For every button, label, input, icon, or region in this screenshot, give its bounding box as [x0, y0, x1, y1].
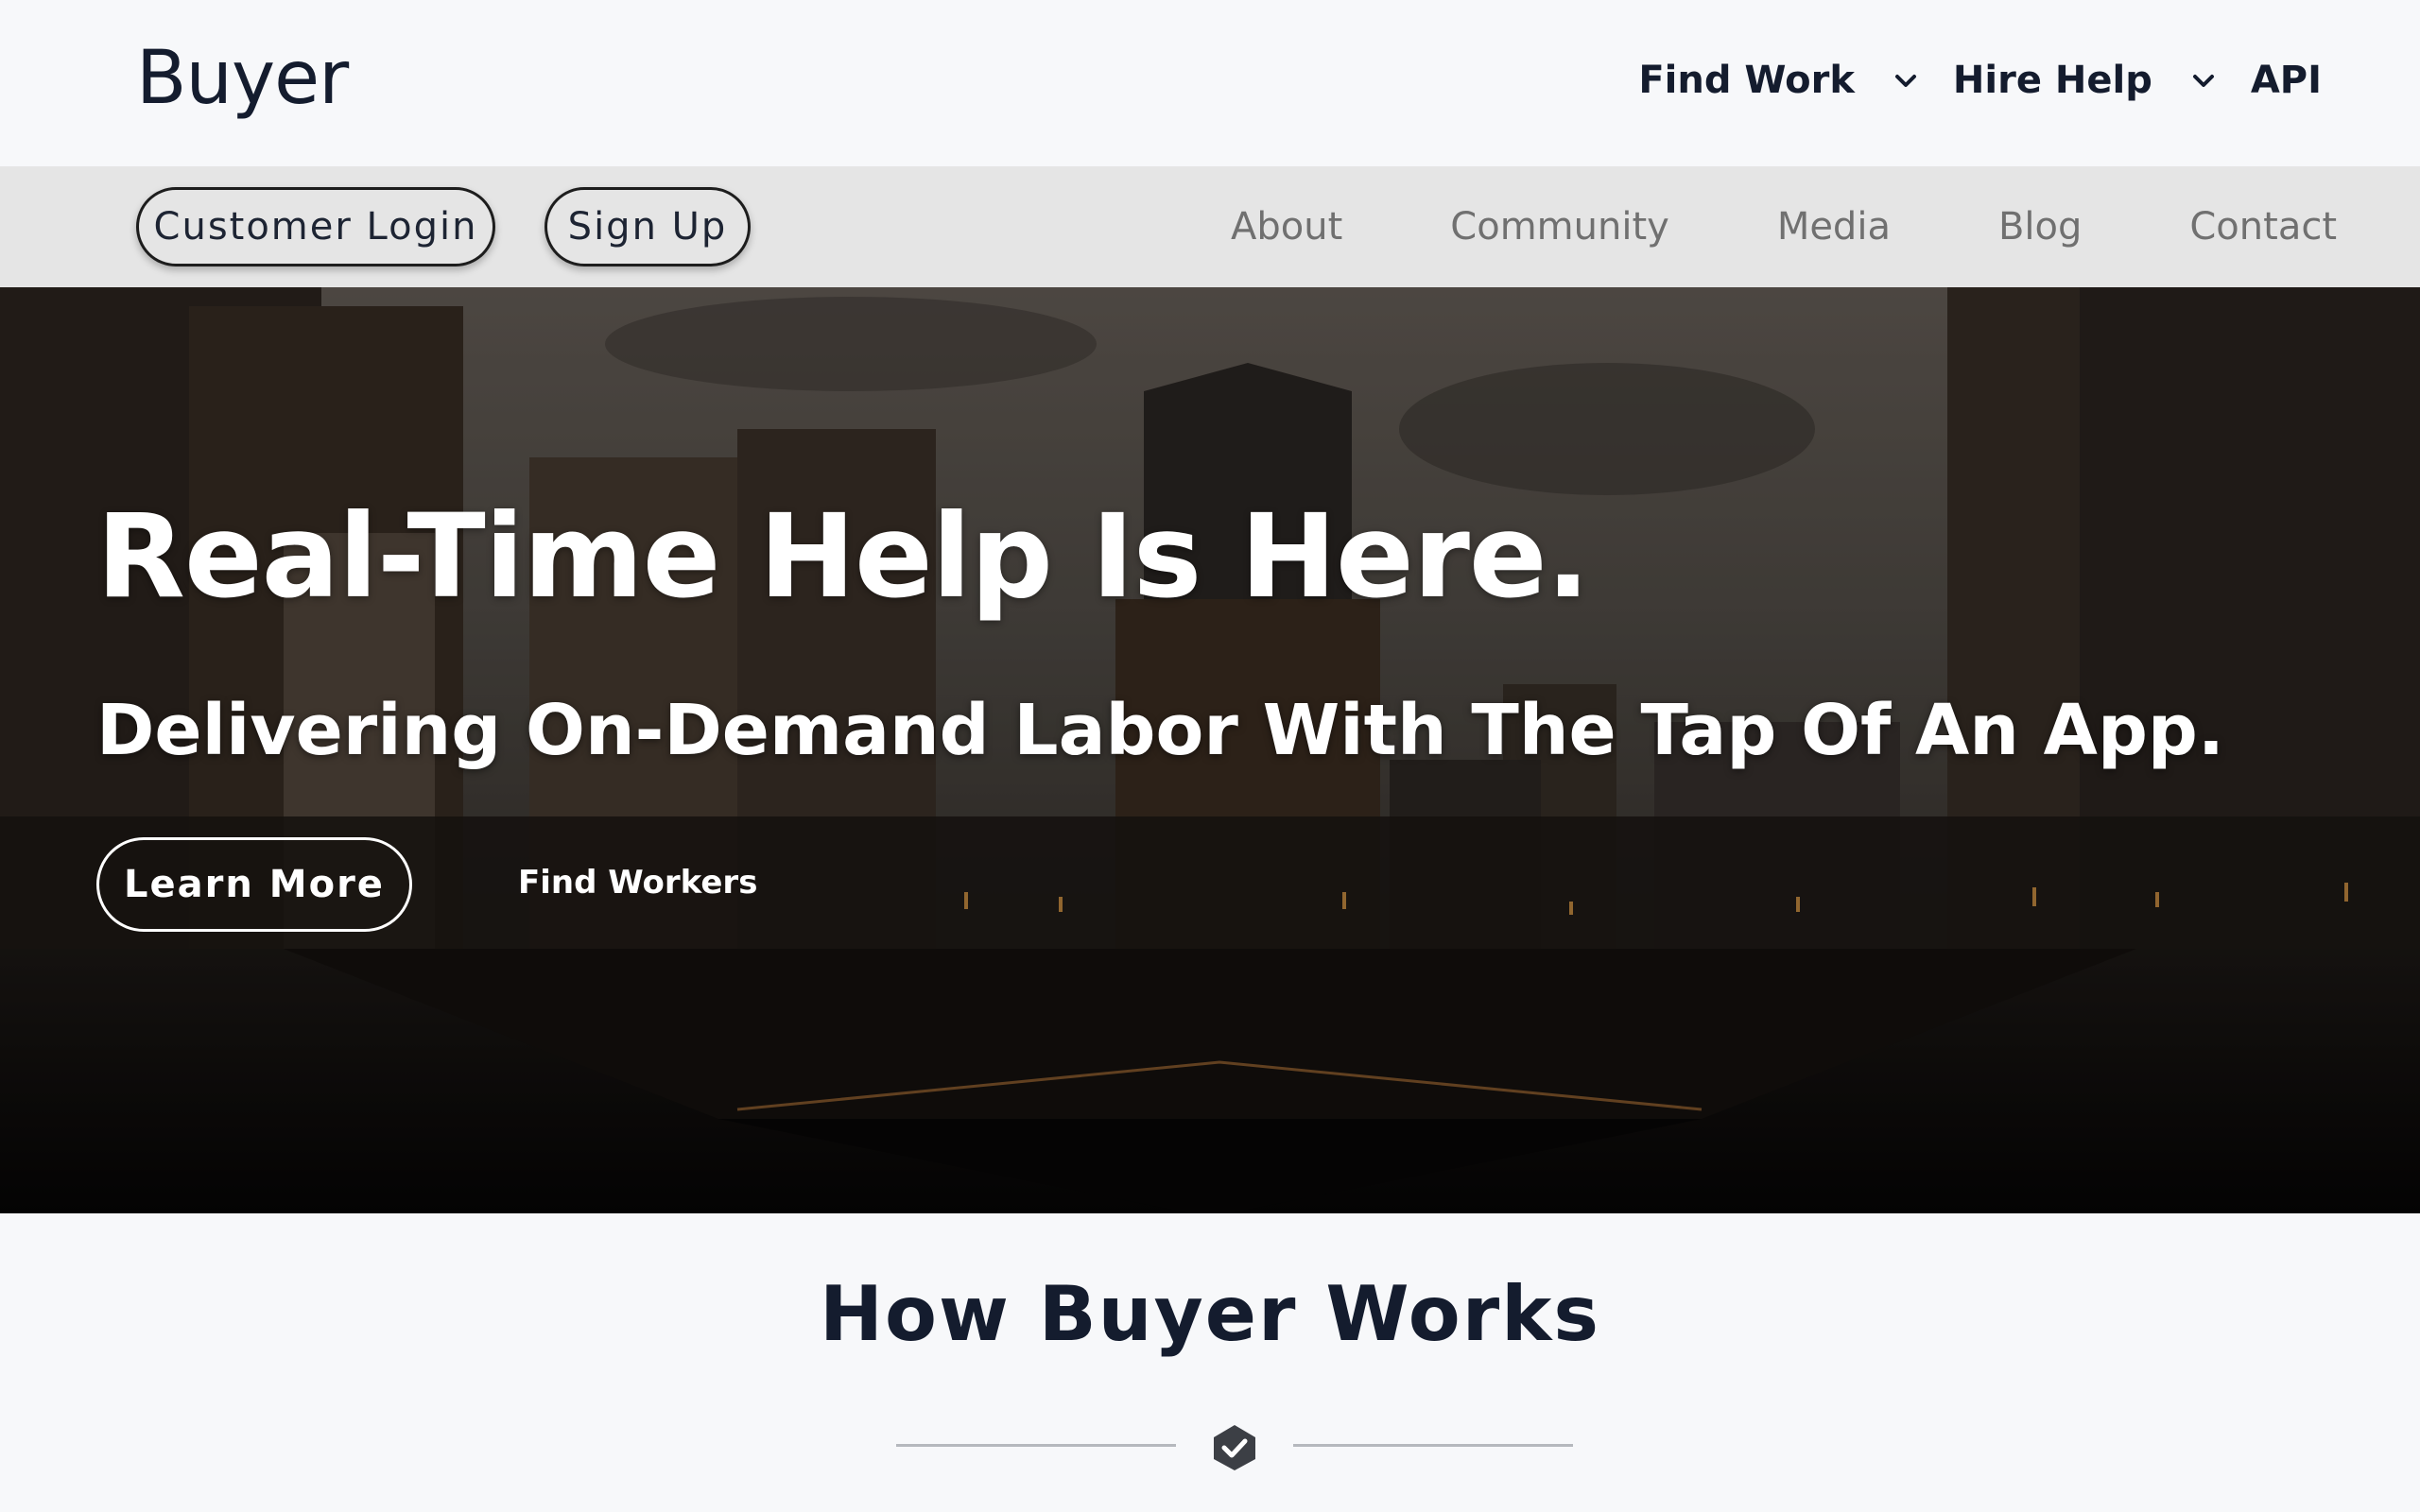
subnav-contact[interactable]: Contact — [2189, 205, 2337, 249]
brand-logo[interactable]: Buyer — [136, 36, 349, 121]
nav-find-work[interactable]: Find Work — [1638, 59, 1953, 102]
subnav-media[interactable]: Media — [1777, 205, 1891, 249]
secondary-bar: Customer Login Sign Up About Community M… — [0, 166, 2420, 287]
nav-api[interactable]: API — [2251, 59, 2322, 102]
main-nav: Find Work Hire Help API — [1638, 59, 2322, 102]
find-workers-button[interactable]: Find Workers — [518, 864, 757, 902]
secondary-nav: About Community Media Blog Contact — [1231, 166, 2337, 287]
hero-subtitle: Delivering On-Demand Labor With The Tap … — [96, 690, 2225, 771]
learn-more-button[interactable]: Learn More — [96, 837, 412, 932]
nav-hire-help-label: Hire Help — [1952, 59, 2152, 102]
divider-right — [1293, 1444, 1573, 1447]
chevron-down-icon[interactable] — [2185, 61, 2222, 99]
customer-login-button[interactable]: Customer Login — [136, 187, 495, 266]
top-header: Buyer Find Work Hire Help API — [0, 0, 2420, 166]
section-title: How Buyer Works — [820, 1270, 1600, 1358]
hero-title: Real-Time Help Is Here. — [96, 490, 1590, 624]
check-shield-icon — [1214, 1425, 1255, 1470]
hero-section: Real-Time Help Is Here. Delivering On-De… — [0, 287, 2420, 1213]
divider-left — [896, 1444, 1176, 1447]
nav-hire-help[interactable]: Hire Help — [1953, 59, 2251, 102]
chevron-down-icon[interactable] — [1887, 61, 1925, 99]
subnav-community[interactable]: Community — [1450, 205, 1669, 249]
subnav-blog[interactable]: Blog — [1998, 205, 2082, 249]
sign-up-button[interactable]: Sign Up — [544, 187, 751, 266]
subnav-about[interactable]: About — [1231, 205, 1342, 249]
nav-find-work-label: Find Work — [1638, 59, 1855, 102]
